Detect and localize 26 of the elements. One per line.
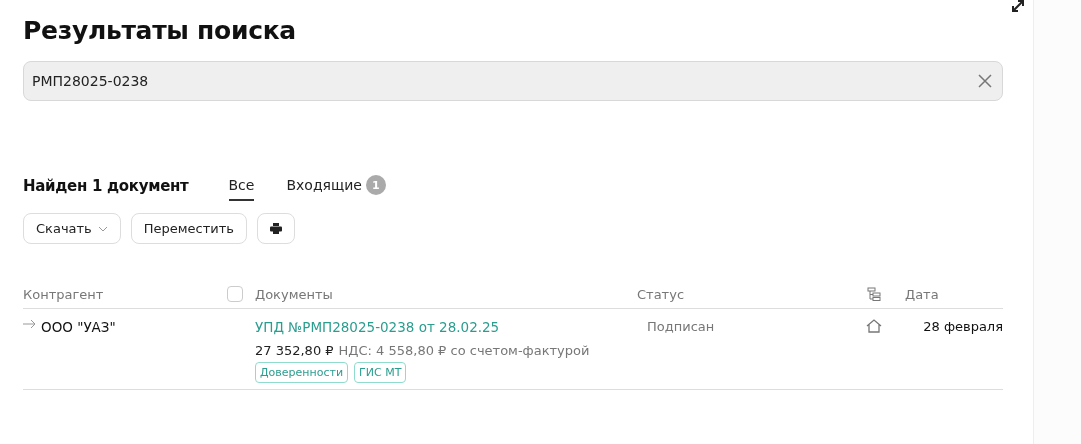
tree-icon[interactable] [867,287,881,301]
status-text: Подписан [646,319,715,334]
column-header: Документы [255,286,333,302]
search-field[interactable]: РМП28025-0238 [23,61,1003,101]
count-badge: 1 [365,175,386,195]
vat-info: НДС: 4 558,80 ₽ со счетом-фактурой [338,343,590,358]
page-title: Результаты поиска [23,16,297,45]
chevron-down-icon [97,225,108,232]
printer-icon [270,223,282,234]
date-text: 28 февраля [923,319,1003,334]
house-icon [866,319,882,333]
select-all-checkbox[interactable] [227,286,243,302]
tab[interactable]: Входящие 1 [286,169,386,203]
close-icon[interactable] [978,74,992,88]
column-header: Дата [905,286,939,302]
results-count: Найден 1 документ [23,177,189,195]
download-dropdown[interactable]: Скачать [23,213,121,244]
arrow-right-icon [23,319,37,329]
column-header: Статус [637,286,685,302]
tab[interactable]: Все [228,171,255,201]
counterparty-name: ООО "УАЗ" [41,319,116,335]
print-button[interactable] [257,213,295,244]
document-amount: 27 352,80 ₽ [255,343,334,358]
move-button[interactable]: Переместить [130,213,247,244]
expand-icon[interactable] [1012,0,1024,12]
column-header: Контрагент [23,286,104,302]
